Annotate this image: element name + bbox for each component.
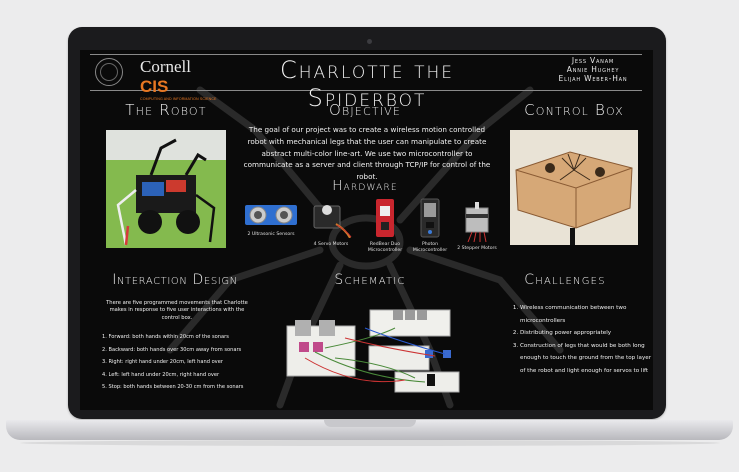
stepper-motor-icon xyxy=(465,202,489,243)
hardware-label: RedBear Duo Microcontroller xyxy=(367,242,403,253)
challenge-item: Wireless communication between two micro… xyxy=(520,302,653,327)
redbear-duo-icon xyxy=(376,199,394,237)
objective-text: The goal of our project was to create a … xyxy=(243,125,491,182)
challenges-heading: Challenges xyxy=(524,272,606,288)
hardware-label: 2 Stepper Motors xyxy=(457,246,497,251)
interaction-item: 5. Stop: both hands between 20-30 cm fro… xyxy=(102,384,244,390)
hardware-label: 2 Ultrasonic Sensors xyxy=(247,232,295,237)
hardware-item: 4 Servo Motors xyxy=(305,198,357,248)
servo-motor-icon xyxy=(313,205,352,239)
hardware-label: 4 Servo Motors xyxy=(313,242,349,247)
robot-photo xyxy=(106,130,226,248)
challenges-list: Wireless communication between two micro… xyxy=(510,302,653,377)
laptop-screen: Cornell CIS COMPUTING AND INFORMATION SC… xyxy=(80,50,653,410)
interaction-list: 1. Forward: both hands within 20cm of th… xyxy=(102,331,282,394)
control-box-heading: Control Box xyxy=(524,101,624,119)
logo-cornell: Cornell xyxy=(140,57,191,76)
interaction-heading: Interaction Design xyxy=(112,272,238,288)
author-list: Jess Vanam Annie Hughey Elijah Weber-Han xyxy=(548,56,638,83)
interaction-item: 1. Forward: both hands within 20cm of th… xyxy=(102,334,229,340)
hardware-item: Photon Microcontroller xyxy=(405,198,455,253)
author-2: Annie Hughey xyxy=(566,65,620,74)
laptop-shadow xyxy=(20,440,720,446)
ultrasonic-sensor-icon xyxy=(245,205,297,225)
hardware-label: Photon Microcontroller xyxy=(412,242,448,253)
hardware-item: RedBear Duo Microcontroller xyxy=(360,198,410,253)
hardware-heading: Hardware xyxy=(332,178,398,194)
robot-heading: The Robot xyxy=(125,101,207,119)
interaction-item: 3. Right: right hand under 20cm, left ha… xyxy=(102,359,223,365)
cornell-cis-logo: Cornell CIS COMPUTING AND INFORMATION SC… xyxy=(140,57,220,101)
author-1: Jess Vanam xyxy=(571,56,615,65)
logo-cis: CIS xyxy=(140,77,169,96)
hardware-item: 2 Stepper Motors xyxy=(450,198,504,252)
challenge-item: Distributing power appropriately xyxy=(520,327,653,340)
laptop-notch xyxy=(324,420,416,427)
challenge-item: Construction of legs that would be both … xyxy=(520,340,653,378)
interaction-item: 4. Left: left hand under 20cm, right han… xyxy=(102,371,220,378)
header-rule-top xyxy=(90,54,642,55)
author-3: Elijah Weber-Han xyxy=(558,74,628,83)
interaction-intro: There are five programmed movements that… xyxy=(106,300,248,321)
schematic-diagram xyxy=(285,308,460,394)
objective-heading: Objective xyxy=(328,101,402,119)
webcam xyxy=(367,39,372,44)
cornell-seal-icon xyxy=(95,58,123,86)
photon-icon xyxy=(420,198,440,238)
hardware-item: 2 Ultrasonic Sensors xyxy=(240,202,302,238)
interaction-item: 2. Backward: both hands over 30cm away f… xyxy=(102,346,242,353)
control-box-photo xyxy=(510,130,638,245)
schematic-heading: Schematic xyxy=(334,272,406,288)
